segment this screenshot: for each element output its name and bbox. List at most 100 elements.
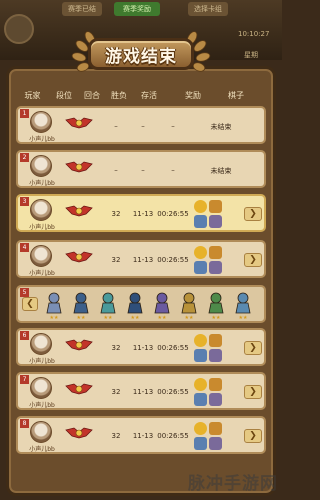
- col-rank: 段位: [56, 90, 72, 100]
- row-number: 1: [20, 109, 29, 118]
- col-win-loss: 胜负: [111, 90, 127, 100]
- survive-time: 00:26:55: [157, 256, 189, 264]
- unit-figure-icon: [127, 292, 143, 314]
- page-title: 游戏结束: [105, 47, 177, 67]
- reward-icons: [194, 420, 242, 452]
- gold-reward-icon: [194, 334, 207, 347]
- bg-tab-mid: 赛季奖励: [114, 2, 160, 16]
- chest-reward-icon: [209, 200, 222, 213]
- chest-reward-icon: [209, 378, 222, 391]
- chest-reward-icon: [209, 422, 222, 435]
- win-loss-value: –: [141, 166, 145, 174]
- bg-tab-left: 赛季已结: [62, 2, 102, 16]
- player-name: 小声儿bb: [29, 136, 55, 143]
- win-loss-value: 11-13: [132, 388, 154, 396]
- card-reward-icon: [194, 349, 207, 362]
- bg-tab-right: 选择卡组: [188, 2, 228, 16]
- item-reward-icon: [209, 215, 222, 228]
- item-reward-icon: [209, 261, 222, 274]
- unit-icon[interactable]: [44, 291, 64, 315]
- reward-status: 未结束: [210, 123, 232, 131]
- player-name: 小声儿bb: [29, 270, 55, 277]
- rank-emblem-icon: [65, 205, 93, 217]
- unit-stars: ★★: [238, 315, 248, 321]
- avatar: [30, 111, 52, 133]
- view-board-button[interactable]: ❯: [244, 429, 262, 443]
- view-board-button[interactable]: ❯: [244, 207, 262, 221]
- table-row: 7 小声儿bb 32 11-13 00:26:55 ❯: [16, 372, 266, 410]
- round-value: –: [114, 166, 118, 174]
- survive-time: 00:26:55: [157, 388, 189, 396]
- survive-time: –: [171, 166, 175, 174]
- unit-stars: ★★: [157, 315, 167, 321]
- bg-time: 10:10:27: [238, 30, 270, 38]
- rank-emblem-icon: [65, 339, 93, 351]
- reward-status: 未结束: [210, 167, 232, 175]
- win-loss-value: 11-13: [132, 210, 154, 218]
- card-reward-icon: [194, 215, 207, 228]
- row-number: 8: [20, 419, 29, 428]
- table-row: 8 小声儿bb 32 11-13 00:26:55 ❯: [16, 416, 266, 454]
- table-row: 4 小声儿bb 32 11-13 00:26:55 ❯: [16, 240, 266, 278]
- col-player: 玩家: [24, 90, 41, 100]
- bg-avatar: [4, 14, 34, 44]
- player-name: 小声儿bb: [29, 446, 55, 453]
- table-row: 2 小声儿bb – – – 未结束: [16, 150, 266, 188]
- collapse-board-button[interactable]: ❮: [22, 297, 38, 311]
- round-value: 32: [111, 388, 121, 396]
- bg-corner-text: 星期: [244, 51, 258, 59]
- col-board: 棋子: [228, 90, 244, 100]
- row-number: 5: [20, 288, 29, 297]
- round-value: 32: [111, 210, 121, 218]
- col-round: 回合: [84, 90, 100, 100]
- unit-icon[interactable]: [179, 291, 199, 315]
- column-header-row: 玩家 段位 回合 胜负 存活 奖励 棋子: [16, 86, 266, 104]
- unit-icon[interactable]: [206, 291, 226, 315]
- unit-figure-icon: [73, 292, 89, 314]
- unit-stars: ★★: [184, 315, 194, 321]
- win-loss-value: 11-13: [132, 344, 154, 352]
- view-board-button[interactable]: ❯: [244, 385, 262, 399]
- col-reward: 奖励: [185, 90, 201, 100]
- unit-figure-icon: [181, 292, 197, 314]
- row-number: 2: [20, 153, 29, 162]
- card-reward-icon: [194, 437, 207, 450]
- round-value: –: [114, 122, 118, 130]
- unit-icon[interactable]: [125, 291, 145, 315]
- player-name: 小声儿bb: [29, 358, 55, 365]
- rank-emblem-icon: [65, 251, 93, 263]
- board-row: 5 ❮ ★★ ★★ ★★ ★★ ★★ ★★ ★★ ★★: [16, 285, 266, 323]
- avatar: [30, 245, 52, 267]
- round-value: 32: [111, 256, 121, 264]
- table-row: 3 小声儿bb 32 11-13 00:26:55 ❯: [16, 194, 266, 232]
- unit-figure-icon: [154, 292, 170, 314]
- rank-emblem-icon: [65, 383, 93, 395]
- unit-icon[interactable]: [71, 291, 91, 315]
- unit-icon[interactable]: [233, 291, 253, 315]
- avatar: [30, 199, 52, 221]
- round-value: 32: [111, 344, 121, 352]
- win-loss-value: –: [141, 122, 145, 130]
- survive-time: –: [171, 122, 175, 130]
- avatar: [30, 377, 52, 399]
- reward-icons: [194, 198, 242, 230]
- gold-reward-icon: [194, 422, 207, 435]
- survive-time: 00:26:55: [157, 344, 189, 352]
- unit-stars: ★★: [49, 315, 59, 321]
- unit-icon[interactable]: [98, 291, 118, 315]
- gold-reward-icon: [194, 246, 207, 259]
- title-banner: 游戏结束: [70, 30, 212, 76]
- avatar: [30, 421, 52, 443]
- table-row: 1 小声儿bb – – – 未结束: [16, 106, 266, 144]
- unit-icon[interactable]: [152, 291, 172, 315]
- view-board-button[interactable]: ❯: [244, 341, 262, 355]
- avatar: [30, 333, 52, 355]
- row-number: 4: [20, 243, 29, 252]
- table-row: 6 小声儿bb 32 11-13 00:26:55 ❯: [16, 328, 266, 366]
- survive-time: 00:26:55: [157, 210, 189, 218]
- view-board-button[interactable]: ❯: [244, 253, 262, 267]
- rank-emblem-icon: [65, 117, 93, 129]
- chest-reward-icon: [209, 246, 222, 259]
- rank-emblem-icon: [65, 427, 93, 439]
- unit-figure-icon: [100, 292, 116, 314]
